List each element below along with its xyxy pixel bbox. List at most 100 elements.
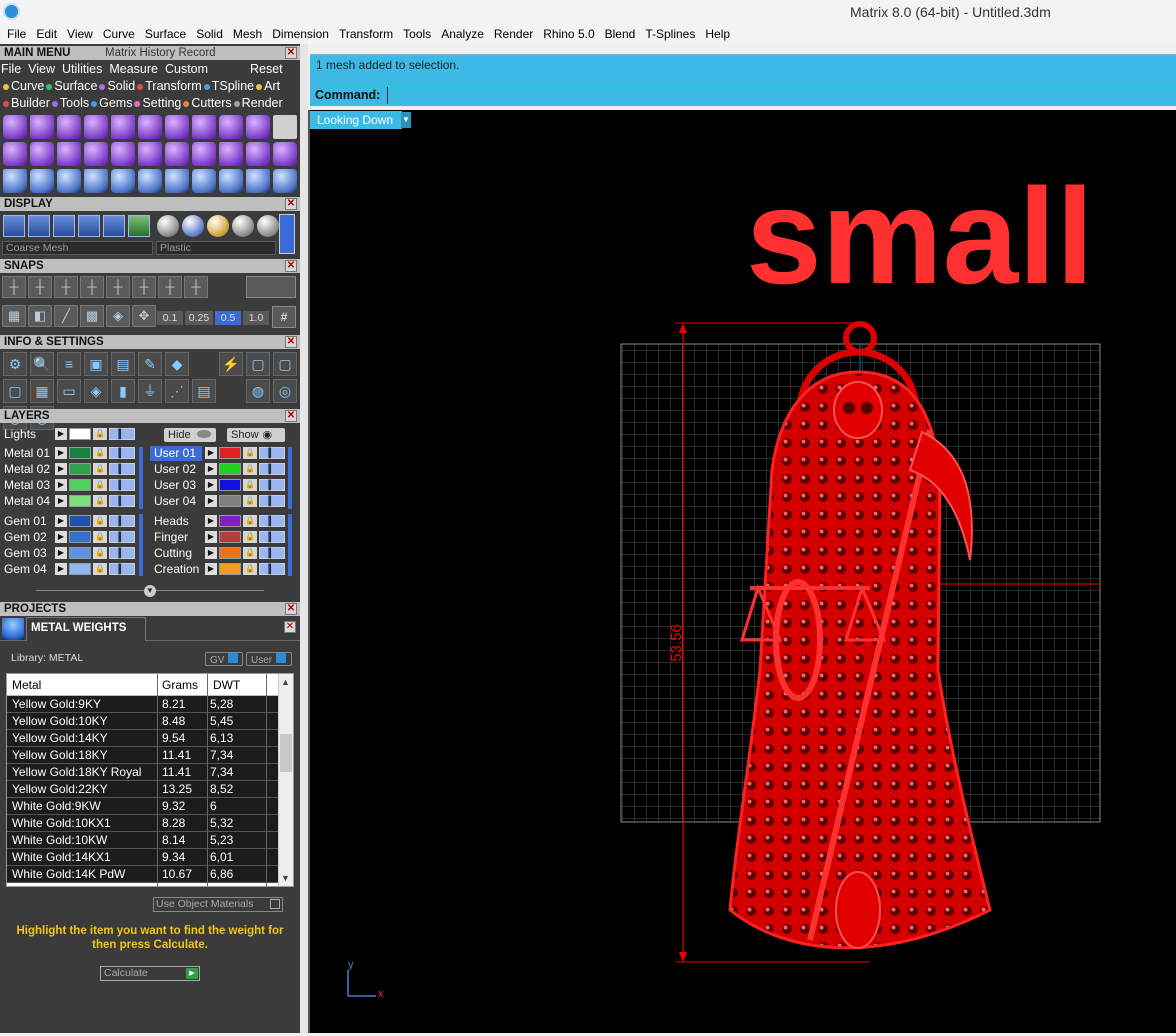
table-row[interactable]: White Gold:14KX1 9.34 6,01	[7, 849, 293, 866]
xray-mode-icon[interactable]	[103, 215, 125, 237]
panel-splitter[interactable]	[300, 44, 308, 1033]
layer-arrow-icon[interactable]: ▶	[205, 463, 217, 475]
sphere-tool-icon[interactable]	[57, 142, 81, 166]
table-row[interactable]: Yellow Gold:10KY 8.48 5,45	[7, 713, 293, 730]
menu-item-help[interactable]: Help	[700, 27, 735, 41]
lock-icon[interactable]: 🔒	[93, 479, 107, 491]
menu-item-curve[interactable]: Curve	[98, 27, 140, 41]
snap-tan-icon[interactable]: ┼	[132, 276, 156, 298]
layer-row[interactable]: Metal 03 ▶ 🔒 ▍	[0, 478, 140, 493]
display-slider[interactable]	[279, 214, 295, 254]
layer-arrow-icon[interactable]: ▶	[205, 563, 217, 575]
zoom-icon[interactable]: 🔍	[30, 352, 54, 376]
menu-item-solid[interactable]: Solid	[191, 27, 228, 41]
category-setting[interactable]: Setting	[134, 96, 181, 110]
menu-item-analyze[interactable]: Analyze	[436, 27, 489, 41]
platinum-material-icon[interactable]	[182, 215, 204, 237]
category-tools[interactable]: Tools	[51, 96, 89, 110]
cluster-tool-icon[interactable]	[84, 115, 108, 139]
snap-quad-icon[interactable]: ┼	[158, 276, 182, 298]
scroll-up-icon[interactable]: ▲	[281, 677, 290, 687]
layer-arrow-icon[interactable]: ▶	[55, 428, 67, 440]
sphere-tool-icon[interactable]	[3, 115, 27, 139]
silver-material-icon[interactable]	[157, 215, 179, 237]
snap-cen-icon[interactable]: ┼	[54, 276, 78, 298]
lock-icon[interactable]: 🔒	[243, 515, 257, 527]
gold-material-icon[interactable]	[207, 215, 229, 237]
visibility-toggle[interactable]: ▍	[259, 563, 285, 575]
close-icon[interactable]: ✕	[285, 47, 297, 59]
visibility-toggle[interactable]: ▍	[109, 447, 135, 459]
layer-arrow-icon[interactable]: ▶	[205, 479, 217, 491]
pen-snap-icon[interactable]: ╱	[54, 305, 78, 327]
lock-icon[interactable]: 🔒	[93, 547, 107, 559]
table-row[interactable]: Yellow Gold:14KY 9.54 6,13	[7, 730, 293, 747]
hide-button[interactable]: Hide	[164, 428, 216, 442]
layer-arrow-icon[interactable]: ▶	[205, 495, 217, 507]
visibility-toggle[interactable]: ▍	[109, 479, 135, 491]
monitor-icon[interactable]: ▭	[57, 379, 81, 403]
tube-tool-icon[interactable]	[165, 142, 189, 166]
layer-arrow-icon[interactable]: ▶	[55, 531, 67, 543]
layer-arrow-icon[interactable]: ▶	[55, 479, 67, 491]
snap-settings-button[interactable]	[246, 276, 296, 298]
dots-icon[interactable]: ⋰	[165, 379, 189, 403]
category-art[interactable]: Art	[256, 79, 280, 93]
chevron-down-icon[interactable]: ▼	[401, 112, 411, 128]
close-icon[interactable]: ✕	[285, 260, 297, 272]
menu-item-mesh[interactable]: Mesh	[228, 27, 267, 41]
layer-row[interactable]: Metal 02 ▶ 🔒 ▍	[0, 462, 140, 477]
menu-item-blend[interactable]: Blend	[600, 27, 641, 41]
layer-color-swatch[interactable]	[219, 547, 241, 559]
category-surface[interactable]: Surface	[46, 79, 97, 93]
view-name-tab[interactable]: Looking Down	[310, 111, 402, 129]
visibility-toggle[interactable]: ▍	[259, 531, 285, 543]
settings-icon[interactable]: ⚙	[3, 352, 27, 376]
category-builder[interactable]: Builder	[0, 96, 50, 110]
layer-color-swatch[interactable]	[219, 447, 241, 459]
visibility-toggle[interactable]: ▍	[259, 515, 285, 527]
grid-mode-icon[interactable]	[128, 215, 150, 237]
white-material-icon[interactable]	[232, 215, 254, 237]
layer-row[interactable]: User 02 ▶ 🔒 ▍	[150, 462, 290, 477]
layer-arrow-icon[interactable]: ▶	[55, 515, 67, 527]
grid-icon[interactable]: ▦	[30, 379, 54, 403]
grid-toggle-icon[interactable]: #	[272, 306, 296, 328]
array-tool-icon[interactable]	[84, 169, 108, 193]
mirror-tool-icon[interactable]	[219, 169, 243, 193]
lock-icon[interactable]: 🔒	[93, 563, 107, 575]
close-icon[interactable]: ✕	[284, 621, 296, 633]
layers-icon[interactable]: ≡	[57, 352, 81, 376]
show-button[interactable]: Show ◉	[227, 428, 285, 442]
cylinder-tool-icon[interactable]	[219, 115, 243, 139]
cylinder-icon[interactable]: ▮	[111, 379, 135, 403]
lock-icon[interactable]: 🔒	[243, 495, 257, 507]
menu-item-surface[interactable]: Surface	[140, 27, 191, 41]
snap-increment-3[interactable]: 0.5	[215, 311, 241, 325]
cluster-tool-icon[interactable]	[3, 169, 27, 193]
snap-increment-1[interactable]: 0.1	[157, 311, 183, 325]
category-gems[interactable]: Gems	[91, 96, 132, 110]
scroll-down-icon[interactable]: ▼	[281, 873, 290, 883]
circle-tool-icon[interactable]	[273, 169, 297, 193]
layer-arrow-icon[interactable]: ▶	[205, 547, 217, 559]
close-icon[interactable]: ✕	[285, 603, 297, 615]
sweep-tool-icon[interactable]	[57, 169, 81, 193]
chevron-down-icon[interactable]: ▼	[144, 585, 156, 597]
lock-icon[interactable]: 🔒	[243, 447, 257, 459]
mesh-quality-select[interactable]: Coarse Mesh	[2, 241, 153, 255]
lock-icon[interactable]: 🔒	[243, 547, 257, 559]
layer-color-swatch[interactable]	[219, 479, 241, 491]
lock-icon[interactable]: 🔒	[243, 479, 257, 491]
lock-icon[interactable]: 🔒	[93, 495, 107, 507]
ghosted-mode-icon[interactable]	[28, 215, 50, 237]
layer-color-swatch[interactable]	[219, 495, 241, 507]
table-row[interactable]: Yellow Gold:18KY Royal 11.41 7,34	[7, 764, 293, 781]
snap-mid-icon[interactable]: ┼	[28, 276, 52, 298]
close-icon[interactable]: ✕	[285, 336, 297, 348]
layer-row[interactable]: User 01 ▶ 🔒 ▍	[150, 446, 290, 461]
lock-icon[interactable]: 🔒	[93, 428, 107, 440]
snap-perp-icon[interactable]: ┼	[106, 276, 130, 298]
visibility-toggle[interactable]: ▍	[259, 547, 285, 559]
main-menu-measure[interactable]: Measure	[108, 62, 158, 76]
